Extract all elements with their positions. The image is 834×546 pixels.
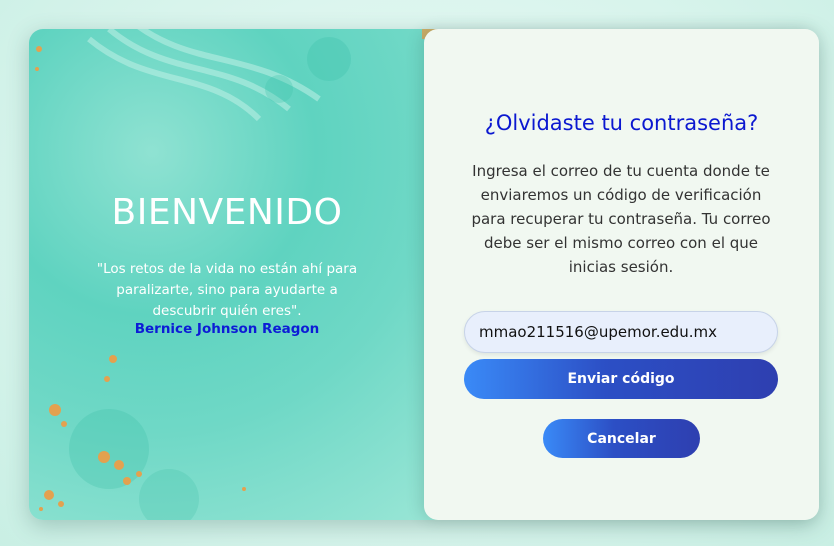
quote-author: Bernice Johnson Reagon: [134, 321, 320, 337]
send-code-button[interactable]: Enviar código: [464, 359, 778, 399]
email-input[interactable]: [464, 311, 778, 353]
cancel-button[interactable]: Cancelar: [543, 419, 700, 458]
welcome-quote: "Los retos de la vida no están ahí para …: [96, 261, 358, 319]
welcome-panel: BIENVENIDO "Los retos de la vida no está…: [29, 29, 439, 520]
welcome-title: BIENVENIDO: [111, 192, 343, 233]
form-heading: ¿Olvidaste tu contraseña?: [484, 111, 759, 135]
recovery-card: BIENVENIDO "Los retos de la vida no está…: [29, 29, 819, 520]
recovery-form-panel: ¿Olvidaste tu contraseña? Ingresa el cor…: [424, 29, 819, 520]
form-description: Ingresa el correo de tu cuenta donde te …: [471, 162, 771, 276]
